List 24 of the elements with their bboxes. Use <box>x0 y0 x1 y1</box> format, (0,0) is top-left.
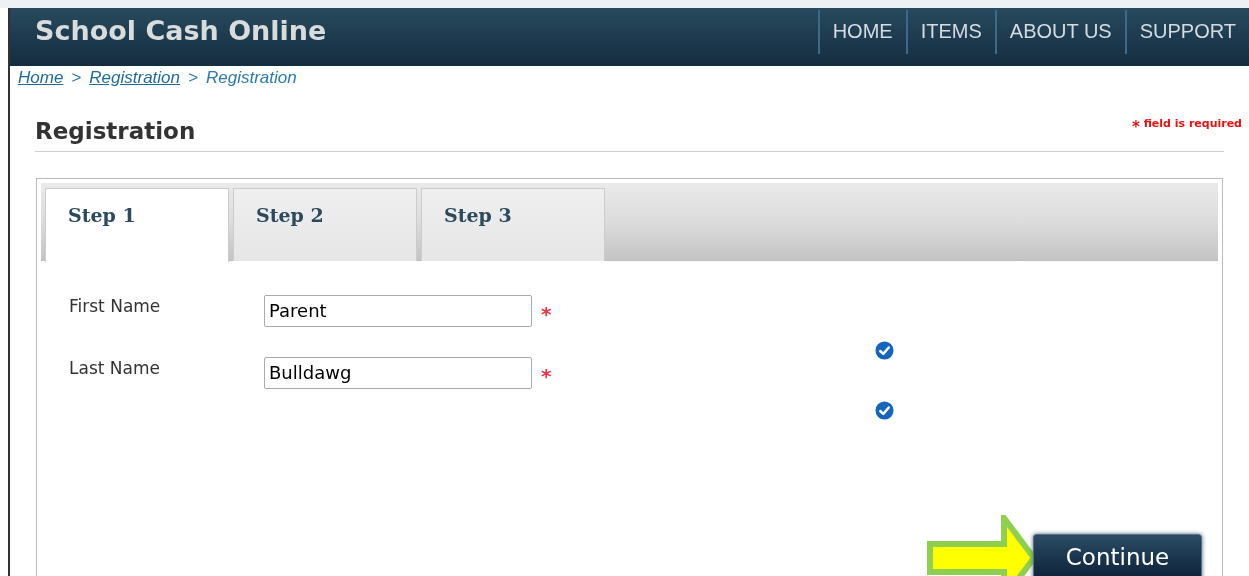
breadcrumb-separator: > <box>71 67 82 90</box>
field-label: First Name <box>69 294 162 318</box>
field-label: Last Name <box>69 356 161 380</box>
breadcrumb-link[interactable]: Registration <box>89 65 180 91</box>
breadcrumb-link[interactable]: Home <box>18 65 64 91</box>
required-asterisk: * <box>541 300 552 328</box>
continue-button[interactable]: Continue <box>1033 534 1202 576</box>
step-tab[interactable]: Step 1 <box>45 187 229 262</box>
nav-link[interactable]: HOME <box>817 10 906 54</box>
breadcrumb-separator: > <box>188 67 198 90</box>
required-asterisk: * <box>541 362 552 390</box>
nav-link[interactable]: ITEMS <box>905 10 995 54</box>
nav-link[interactable]: SUPPORT <box>1124 10 1249 54</box>
step-tab[interactable]: Step 3 <box>421 187 605 261</box>
site-title: School Cash Online <box>35 14 327 48</box>
check-circle-icon <box>875 400 895 420</box>
page-title: Registration <box>35 117 196 146</box>
step-tab[interactable]: Step 2 <box>233 187 417 261</box>
text-field[interactable]: Parent <box>264 294 532 327</box>
breadcrumb-current: Registration <box>205 67 297 90</box>
text-field[interactable]: Bulldawg <box>264 356 532 389</box>
nav-link[interactable]: ABOUT US <box>994 10 1125 54</box>
required-note: * field is required <box>1131 116 1242 138</box>
check-circle-icon <box>875 340 895 360</box>
